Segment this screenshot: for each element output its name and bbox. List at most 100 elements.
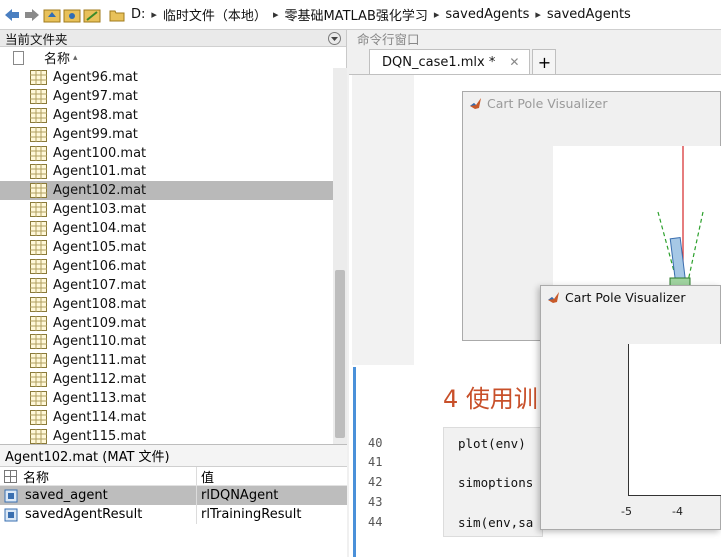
editor-gutter	[352, 75, 414, 365]
scrollbar-thumb[interactable]	[335, 270, 345, 438]
current-folder-panel: 当前文件夹 名称 ▴ Agent96.mat Agent97.mat Agent98…	[0, 30, 347, 557]
code-line[interactable]: plot(env)	[458, 436, 526, 451]
file-name: Agent110.mat	[53, 334, 147, 350]
file-name: Agent106.mat	[53, 258, 147, 274]
mat-file-icon	[30, 277, 47, 293]
file-name: Agent97.mat	[53, 88, 138, 104]
matlab-logo-icon	[470, 97, 481, 109]
panel-menu-button[interactable]	[328, 31, 341, 45]
file-list-item[interactable]: Agent97.mat	[0, 87, 333, 106]
file-list-item[interactable]: Agent112.mat	[0, 370, 333, 389]
details-name-header[interactable]: 名称	[0, 467, 197, 486]
section-heading[interactable]: 4 使用训	[443, 379, 538, 414]
bound-line-right	[686, 211, 704, 287]
file-list-item[interactable]: Agent111.mat	[0, 351, 333, 370]
file-type-column-icon	[13, 50, 24, 65]
mat-file-icon	[30, 315, 47, 331]
mat-file-icon	[30, 164, 47, 180]
details-row[interactable]: savedAgentResult rlTrainingResult	[0, 505, 347, 524]
details-panel: Agent102.mat (MAT 文件) 名称 值 saved_agent r…	[0, 444, 347, 557]
file-list[interactable]: Agent96.mat Agent97.mat Agent98.mat Agent99…	[0, 68, 333, 444]
file-name: Agent104.mat	[53, 221, 147, 237]
file-list-item[interactable]: Agent105.mat	[0, 238, 333, 257]
line-number: 44	[368, 515, 383, 529]
figure-title: Cart Pole Visualizer	[565, 289, 686, 305]
mat-file-icon	[30, 126, 47, 142]
file-list-item[interactable]: Agent96.mat	[0, 68, 333, 87]
cart-pole-figure-window-front[interactable]: Cart Pole Visualizer -5 -4	[540, 285, 721, 530]
browse-folder-icon[interactable]	[63, 6, 81, 24]
breadcrumb-temp[interactable]: 临时文件（本地）	[163, 5, 267, 24]
breadcrumb-separator-icon[interactable]: ▸	[434, 8, 440, 21]
back-icon[interactable]	[3, 6, 21, 24]
mat-file-icon	[30, 202, 47, 218]
file-name: Agent108.mat	[53, 296, 147, 312]
search-folder-icon[interactable]	[83, 6, 101, 24]
close-icon[interactable]: ✕	[509, 55, 519, 69]
breadcrumb-course[interactable]: 零基础MATLAB强化学习	[284, 5, 427, 24]
file-list-item[interactable]: Agent107.mat	[0, 276, 333, 295]
mat-file-icon	[30, 353, 47, 369]
file-list-item[interactable]: Agent109.mat	[0, 314, 333, 333]
file-list-item[interactable]: Agent110.mat	[0, 332, 333, 351]
up-folder-icon[interactable]	[43, 6, 61, 24]
mat-file-icon	[30, 372, 47, 388]
mat-file-icon	[30, 296, 47, 312]
file-list-item[interactable]: Agent100.mat	[0, 144, 333, 163]
details-row-value: rlDQNAgent	[201, 488, 279, 503]
code-line[interactable]: simoptions	[458, 475, 533, 490]
address-bar: D: ▸ 临时文件（本地） ▸ 零基础MATLAB强化学习 ▸ savedAge…	[0, 0, 721, 30]
file-list-item[interactable]: Agent103.mat	[0, 200, 333, 219]
cell-indicator	[353, 367, 356, 557]
file-name: Agent111.mat	[53, 353, 147, 369]
file-list-item[interactable]: Agent104.mat	[0, 219, 333, 238]
tab-label: DQN_case1.mlx *	[382, 54, 496, 70]
line-number: 41	[368, 455, 383, 469]
tab-dqn-case1[interactable]: DQN_case1.mlx * ✕	[369, 49, 531, 74]
file-list-item[interactable]: Agent113.mat	[0, 389, 333, 408]
file-list-item[interactable]: Agent102.mat	[0, 181, 333, 201]
file-name: Agent115.mat	[53, 428, 147, 444]
file-list-item[interactable]: Agent108.mat	[0, 295, 333, 314]
breadcrumb-savedagents[interactable]: savedAgents	[445, 7, 529, 22]
breadcrumb-separator-icon[interactable]: ▸	[535, 8, 541, 21]
editor-tabbar: DQN_case1.mlx * ✕ +	[349, 47, 721, 75]
figure-titlebar[interactable]: Cart Pole Visualizer	[541, 286, 720, 308]
figure-titlebar[interactable]: Cart Pole Visualizer	[463, 92, 720, 114]
mat-file-icon	[30, 409, 47, 425]
file-name: Agent103.mat	[53, 202, 147, 218]
breadcrumb-drive[interactable]: D:	[131, 7, 145, 22]
mat-file-icon	[30, 88, 47, 104]
variable-object-icon	[4, 489, 18, 502]
current-folder-title: 当前文件夹	[5, 31, 68, 47]
file-list-header[interactable]: 名称 ▴	[0, 47, 346, 68]
details-row-name: saved_agent	[25, 488, 108, 503]
breadcrumb-savedagents-current[interactable]: savedAgents	[547, 7, 631, 22]
file-list-item[interactable]: Agent99.mat	[0, 125, 333, 144]
file-list-item[interactable]: Agent106.mat	[0, 257, 333, 276]
file-list-scrollbar[interactable]	[333, 68, 347, 444]
file-list-item[interactable]: Agent115.mat	[0, 427, 333, 444]
code-line[interactable]: sim(env,sa	[458, 515, 533, 530]
details-value-header[interactable]: 值	[197, 467, 214, 486]
line-number: 42	[368, 475, 383, 489]
breadcrumb-separator-icon[interactable]: ▸	[151, 8, 157, 21]
file-list-item[interactable]: Agent101.mat	[0, 162, 333, 181]
details-row[interactable]: saved_agent rlDQNAgent	[0, 486, 347, 505]
file-list-item[interactable]: Agent98.mat	[0, 106, 333, 125]
mat-file-icon	[30, 107, 47, 123]
breadcrumb-separator-icon[interactable]: ▸	[273, 8, 279, 21]
name-column-header[interactable]: 名称	[44, 48, 70, 67]
details-title: Agent102.mat (MAT 文件)	[0, 445, 347, 467]
line-number: 40	[368, 436, 383, 450]
mat-file-icon	[30, 334, 47, 350]
forward-icon[interactable]	[23, 6, 41, 24]
x-tick-label: -4	[672, 505, 683, 518]
details-header: 名称 值	[0, 467, 347, 486]
add-tab-button[interactable]: +	[532, 49, 557, 74]
figure-axes	[628, 344, 721, 496]
file-list-item[interactable]: Agent114.mat	[0, 408, 333, 427]
mat-file-icon	[30, 69, 47, 85]
command-window-title: 命令行窗口	[357, 32, 420, 47]
chevron-down-icon	[331, 36, 338, 41]
